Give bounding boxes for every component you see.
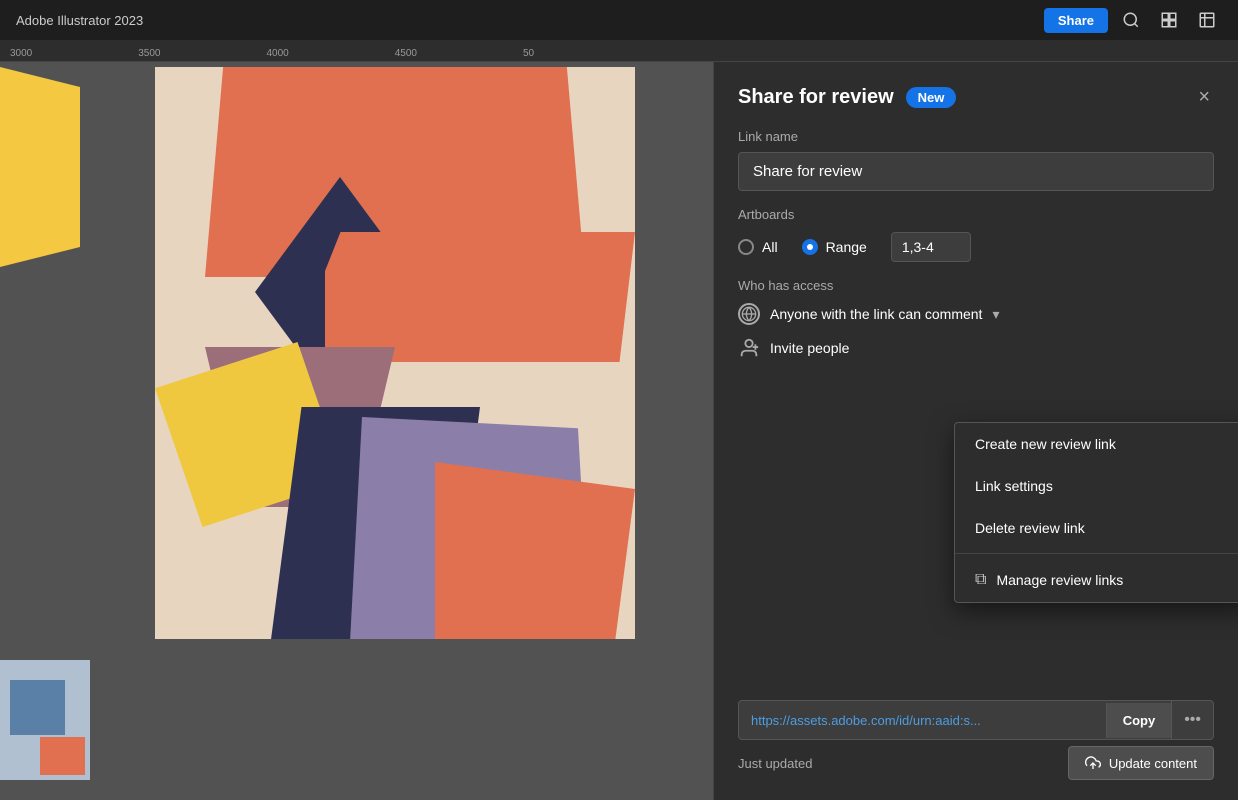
close-button[interactable]: × [1194,82,1214,113]
share-button[interactable]: Share [1044,8,1108,33]
invite-label: Invite people [770,340,849,356]
radio-range[interactable]: Range [802,239,867,255]
radio-range-circle [802,239,818,255]
windows-button[interactable] [1154,7,1184,33]
artboards-label: Artboards [738,207,1214,222]
delete-link-label: Delete review link [975,520,1085,536]
link-bar: https://assets.adobe.com/id/urn:aaid:s..… [714,700,1238,740]
ruler-mark: 3000 [10,48,32,59]
dropdown-item-delete[interactable]: Delete review link [955,507,1238,549]
small-shape-blue [10,680,65,735]
status-bar: Just updated Update content [714,746,1238,780]
access-section: Who has access Anyone with the link can … [714,278,1238,337]
search-button[interactable] [1116,7,1146,33]
radio-all-circle [738,239,754,255]
radio-all[interactable]: All [738,239,778,255]
invite-icon [738,337,760,359]
more-icon: ••• [1184,711,1201,728]
link-name-section: Link name [714,129,1238,207]
app-title: Adobe Illustrator 2023 [16,13,143,28]
ruler-marks: 3000 3500 4000 4500 50 [0,48,534,61]
range-input[interactable] [891,232,971,262]
windows-icon [1160,11,1178,29]
access-dropdown[interactable]: Anyone with the link can comment ▾ [738,303,1214,325]
globe-icon [738,303,760,325]
dropdown-menu: Create new review link Link settings Del… [954,422,1238,603]
shape-orange-bottom [435,462,635,639]
link-settings-label: Link settings [975,478,1053,494]
update-button[interactable]: Update content [1068,746,1214,780]
ruler: 3000 3500 4000 4500 50 [0,40,1238,62]
dropdown-item-create[interactable]: Create new review link [955,423,1238,465]
upload-icon [1085,755,1101,771]
manage-icon: ⧉ [975,571,986,589]
ruler-mark: 4000 [267,48,289,59]
link-name-label: Link name [738,129,1214,144]
link-name-input[interactable] [738,152,1214,191]
ruler-mark: 50 [523,48,534,59]
artboard-small [0,660,90,780]
panel-header: Share for review New × [714,62,1238,129]
new-badge: New [906,87,957,108]
dropdown-item-settings[interactable]: Link settings [955,465,1238,507]
artboards-section: Artboards All Range [714,207,1238,278]
access-label: Who has access [738,278,1214,293]
artboards-controls: All Range [738,232,1214,262]
more-button[interactable]: ••• [1171,701,1213,739]
art-shape-yellow-left [0,67,80,267]
title-bar-actions: Share [1044,7,1222,33]
ruler-mark: 4500 [395,48,417,59]
layout-icon [1198,11,1216,29]
update-button-label: Update content [1109,756,1197,771]
shape-orange-bar [325,232,635,362]
panel-title: Share for review [738,86,894,109]
panel-title-group: Share for review New [738,86,956,109]
canvas-area [0,62,713,800]
artboard-main [155,67,635,639]
dropdown-divider [955,553,1238,554]
chevron-down-icon: ▾ [992,306,999,323]
just-updated: Just updated [738,756,812,771]
create-new-label: Create new review link [975,436,1116,452]
title-bar: Adobe Illustrator 2023 Share [0,0,1238,40]
radio-range-label: Range [826,239,867,255]
invite-section: Invite people [714,337,1238,371]
link-url: https://assets.adobe.com/id/urn:aaid:s..… [739,703,1106,738]
main-area: Share for review New × Link name Artboar… [0,62,1238,800]
link-bar-inner: https://assets.adobe.com/id/urn:aaid:s..… [738,700,1214,740]
access-text: Anyone with the link can comment [770,306,982,322]
search-icon [1122,11,1140,29]
copy-button[interactable]: Copy [1106,703,1172,738]
ruler-mark: 3500 [138,48,160,59]
small-shape-orange [40,737,85,775]
layout-button[interactable] [1192,7,1222,33]
dropdown-item-manage[interactable]: ⧉ Manage review links [955,558,1238,602]
radio-all-label: All [762,239,778,255]
share-panel: Share for review New × Link name Artboar… [713,62,1238,800]
manage-label: Manage review links [996,572,1123,588]
